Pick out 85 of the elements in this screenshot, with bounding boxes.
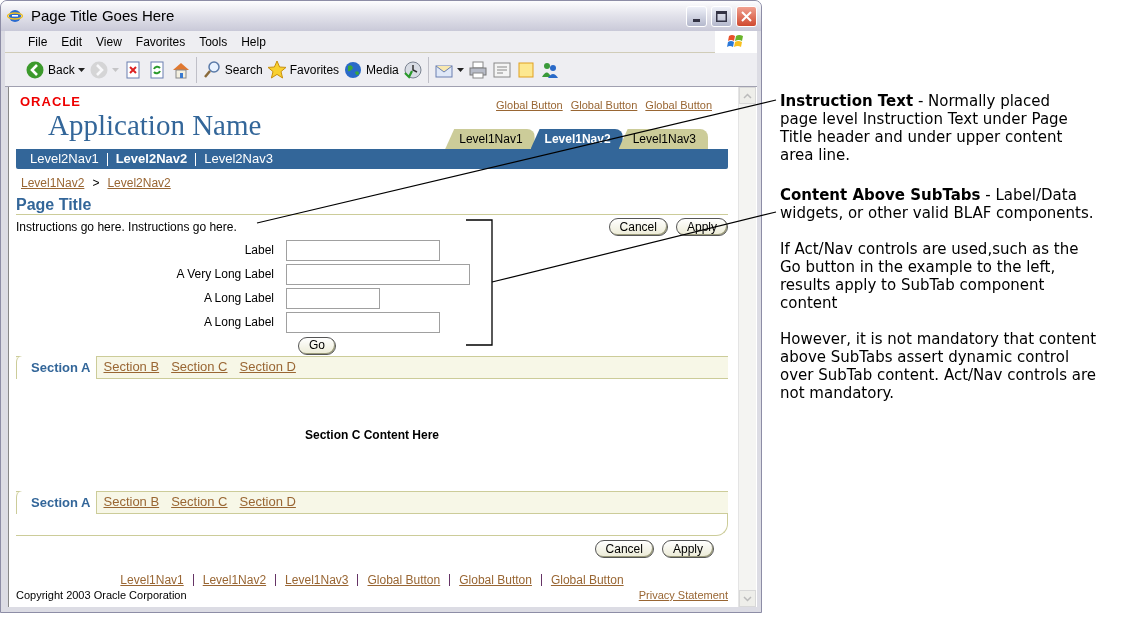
instruction-text: Instructions go here. Instructions go here. — [16, 219, 237, 236]
browser-icon — [7, 8, 23, 24]
annotation-text: If Act/Nav controls are used,such as the Go button in the example to the left, results apply to SubTab component content — [780, 240, 1080, 312]
globe-icon — [343, 59, 364, 80]
footer-link[interactable]: Global Button — [367, 570, 441, 589]
minimize-icon — [693, 18, 700, 22]
subtab[interactable]: Section A — [16, 356, 98, 379]
nav-tab[interactable]: Level1Nav2 — [530, 129, 623, 149]
global-button-link[interactable]: Global Button — [496, 97, 563, 114]
scrollbar[interactable] — [738, 87, 756, 607]
menu-item[interactable]: Tools — [192, 32, 235, 51]
minimize-button[interactable] — [686, 5, 707, 27]
input-field[interactable] — [286, 239, 440, 261]
scroll-down-button[interactable] — [739, 590, 756, 607]
scroll-up-button[interactable] — [739, 87, 756, 104]
note-icon — [515, 59, 536, 80]
close-button[interactable] — [736, 5, 757, 27]
field-label: A Long Label — [202, 314, 275, 331]
caret-icon — [77, 67, 85, 72]
footer-link[interactable]: Global Button — [550, 570, 624, 589]
page-title: Page Title — [16, 195, 728, 215]
back-icon — [25, 59, 45, 80]
action-button[interactable]: Apply — [675, 218, 728, 236]
chevron-down-icon — [743, 595, 752, 602]
breadcrumb-separator: > — [92, 175, 100, 192]
annotation-text: However, it is not mandatory that content above SubTabs assert dynamic control over SubTab content. Act/Nav controls are not mandatory. — [780, 330, 1098, 402]
annotation-text: Content Above SubTabs - Label/Data widgets, or other valid BLAF components. — [780, 186, 1095, 222]
action-button[interactable]: Cancel — [608, 218, 668, 236]
footer-link[interactable]: Level1Nav1 — [120, 570, 184, 589]
maximize-button[interactable] — [711, 5, 732, 27]
subtab[interactable]: Section A — [16, 491, 98, 514]
search-icon — [201, 59, 222, 80]
subtab[interactable]: Section D — [233, 491, 302, 513]
forward-icon — [88, 59, 109, 80]
menu-item[interactable]: Edit — [54, 32, 90, 51]
field-label: A Very Long Label — [175, 266, 275, 283]
annotation-text: Instruction Text - Normally placed page level Instruction Text under Page Title header and under upper content area line. — [780, 92, 1069, 164]
input-field[interactable] — [286, 311, 440, 333]
logo: ORACLE — [20, 95, 82, 109]
menu-item[interactable]: Favorites — [128, 32, 193, 51]
app-name: Application Name — [48, 109, 262, 141]
field-label: Label — [243, 242, 275, 259]
document-icon — [491, 59, 512, 80]
input-field[interactable] — [286, 263, 470, 285]
back-button[interactable]: Back — [23, 56, 87, 83]
field-label: A Long Label — [202, 290, 275, 307]
nav-tab[interactable]: Level1Nav3 — [618, 129, 708, 149]
subtab[interactable]: Section B — [97, 491, 166, 513]
footer-link[interactable]: Level1Nav3 — [285, 570, 349, 589]
go-button[interactable]: Go — [298, 336, 336, 355]
star-icon — [266, 59, 287, 80]
caret-icon — [456, 67, 464, 72]
breadcrumb-link[interactable]: Level1Nav2 — [21, 174, 85, 192]
global-button-link[interactable]: Global Button — [645, 97, 712, 114]
input-field[interactable] — [286, 287, 380, 309]
clock-icon — [402, 59, 423, 80]
chevron-up-icon — [743, 92, 752, 99]
breadcrumb-link[interactable]: Level2Nav2 — [107, 174, 171, 192]
subnav-link[interactable]: Level2Nav3 — [204, 149, 273, 169]
subtab[interactable]: Section C — [165, 491, 234, 513]
subnav-link[interactable]: Level2Nav1 — [30, 149, 99, 169]
action-button[interactable]: Apply — [661, 540, 714, 558]
maximize-icon — [716, 10, 727, 22]
footer-link[interactable]: Global Button — [459, 570, 532, 589]
privacy-link[interactable]: Privacy Statement — [638, 587, 728, 604]
window-title: Page Title Goes Here — [31, 5, 176, 26]
action-button[interactable]: Cancel — [594, 540, 654, 558]
caret-icon — [111, 67, 119, 72]
section-content-text: Section C Content Here — [305, 427, 439, 444]
nav-tab[interactable]: Level1Nav1 — [445, 129, 535, 149]
close-icon — [741, 10, 752, 22]
printer-icon — [467, 59, 488, 80]
subnav-link[interactable]: Level2Nav2 — [115, 149, 188, 169]
menu-item[interactable]: File — [21, 32, 55, 51]
search-button[interactable]: Search — [199, 56, 265, 83]
footer-link[interactable]: Level1Nav2 — [202, 570, 267, 589]
copyright-text: Copyright 2003 Oracle Corporation — [16, 588, 187, 603]
subtab[interactable]: Section D — [233, 356, 302, 378]
media-button[interactable]: Media — [341, 56, 401, 83]
subtab[interactable]: Section B — [97, 356, 166, 378]
global-button-link[interactable]: Global Button — [570, 97, 638, 114]
menu-item[interactable]: Help — [234, 32, 273, 51]
menu-item[interactable]: View — [89, 32, 129, 51]
favorites-button[interactable]: Favorites — [264, 56, 342, 83]
subtab[interactable]: Section C — [165, 356, 234, 378]
